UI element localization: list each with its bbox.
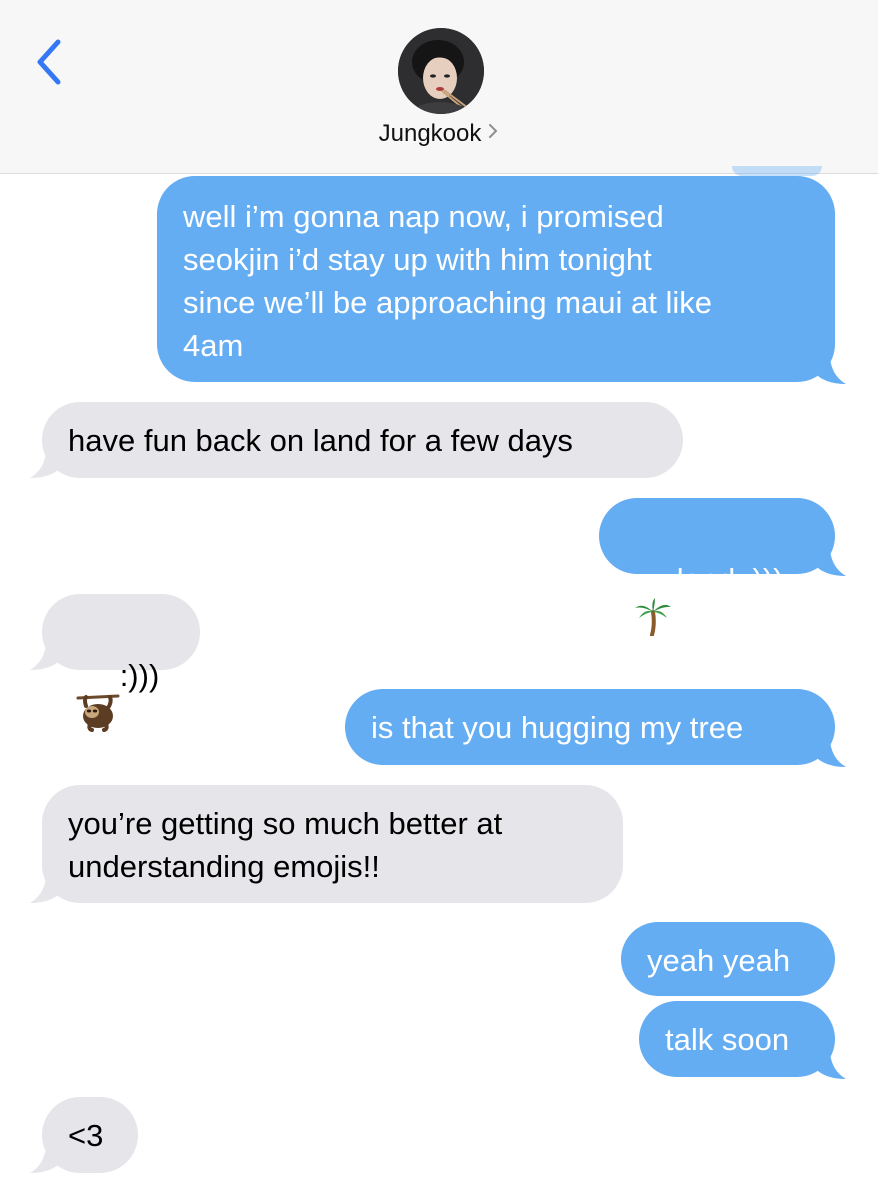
message-incoming[interactable]: have fun back on land for a few days: [42, 402, 683, 478]
bubble-tail: [30, 1147, 60, 1173]
message-incoming[interactable]: :))): [42, 594, 200, 733]
previous-message-edge: [732, 166, 822, 176]
contact-name-button[interactable]: Jungkook: [0, 120, 878, 148]
message-text: :))): [119, 658, 160, 693]
avatar[interactable]: [398, 28, 484, 114]
bubble-tail: [30, 877, 60, 903]
chevron-right-icon: [487, 119, 499, 147]
message-outgoing[interactable]: talk soon: [639, 1001, 835, 1077]
messages-screen: Jungkook well i’m gonna nap now, i promi…: [0, 0, 878, 1200]
conversation-header: Jungkook: [0, 0, 878, 174]
message-incoming[interactable]: you’re getting so much better at underst…: [42, 785, 623, 903]
bubble-tail: [816, 550, 846, 576]
avatar-photo: [398, 28, 484, 114]
message-outgoing[interactable]: land :))): [599, 498, 835, 638]
message-outgoing[interactable]: is that you hugging my tree: [345, 689, 835, 765]
message-outgoing[interactable]: well i’m gonna nap now, i promised seokj…: [157, 176, 835, 382]
message-outgoing[interactable]: yeah yeah: [621, 922, 835, 996]
bubble-tail: [816, 1053, 846, 1079]
chevron-left-icon: [37, 39, 61, 85]
bubble-tail: [816, 741, 846, 767]
message-text: land :))): [676, 562, 784, 597]
bubble-tail: [816, 358, 846, 384]
bubble-tail: [30, 644, 60, 670]
sloth-icon: [76, 692, 120, 743]
bubble-tail: [30, 452, 60, 478]
contact-name: Jungkook: [378, 120, 482, 147]
palm-tree-icon: [633, 596, 673, 647]
back-button[interactable]: [26, 36, 74, 88]
